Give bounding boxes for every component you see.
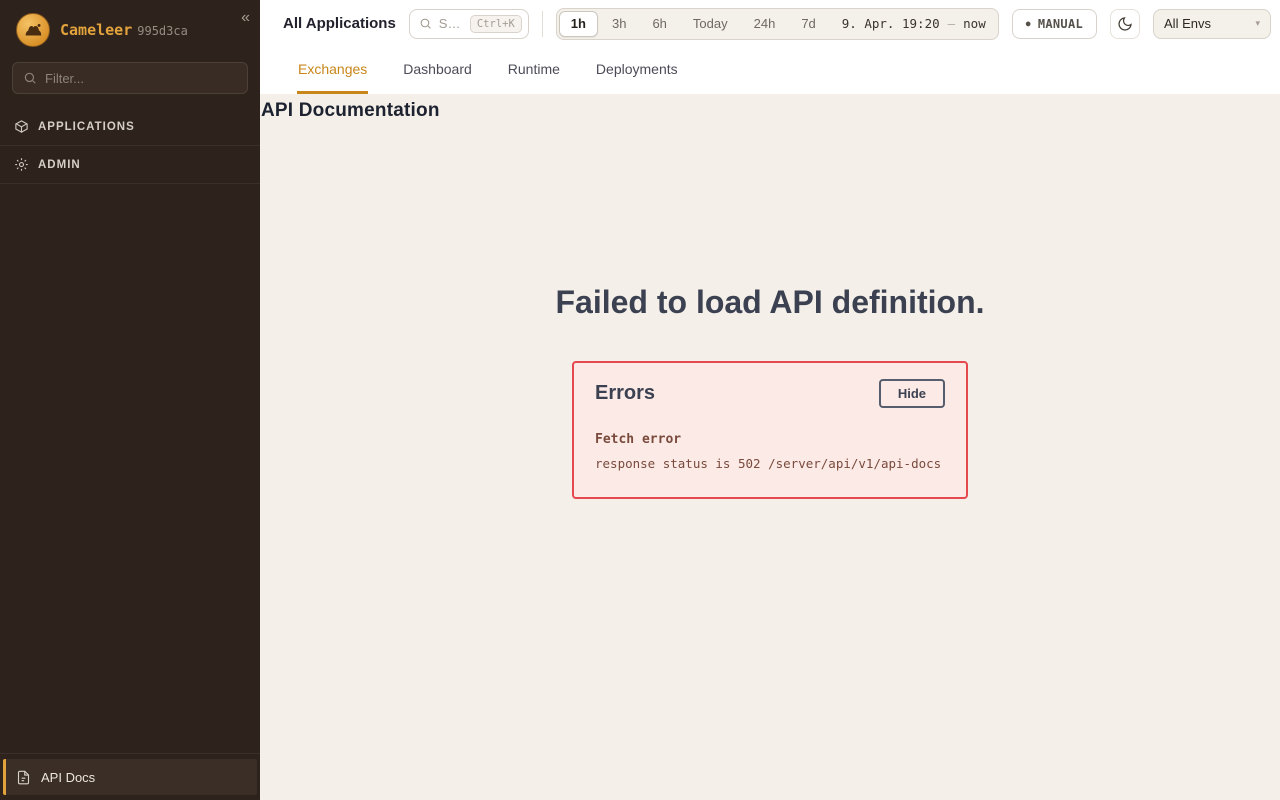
chevron-down-icon: ▾ bbox=[1255, 18, 1260, 29]
time-range-7d[interactable]: 7d bbox=[789, 11, 827, 37]
time-range-group: 1h 3h 6h Today 24h 7d 9. Apr. 19:20 — no… bbox=[556, 8, 999, 40]
time-range-1h[interactable]: 1h bbox=[559, 11, 598, 37]
hide-errors-button[interactable]: Hide bbox=[879, 379, 945, 408]
sidebar-item-applications[interactable]: APPLICATIONS bbox=[0, 108, 260, 146]
error-headline: Failed to load API definition. bbox=[260, 284, 1280, 321]
time-range-24h[interactable]: 24h bbox=[742, 11, 788, 37]
tab-dashboard[interactable]: Dashboard bbox=[402, 47, 473, 94]
search-icon bbox=[23, 71, 37, 85]
page-tabs: Exchanges Dashboard Runtime Deployments bbox=[260, 47, 1280, 94]
time-from: 9. Apr. 19:20 bbox=[842, 16, 940, 31]
content-column: All Applications S… Ctrl+K 1h 3h 6h Toda… bbox=[260, 0, 1280, 800]
sidebar-collapse-button[interactable]: « bbox=[241, 10, 250, 26]
errors-panel-title: Errors bbox=[595, 382, 655, 405]
camel-icon bbox=[22, 19, 44, 41]
search-placeholder: S… bbox=[439, 16, 461, 31]
sidebar-filter[interactable] bbox=[12, 62, 248, 94]
cameleer-logo-icon bbox=[16, 13, 50, 47]
time-range-6h[interactable]: 6h bbox=[640, 11, 678, 37]
env-select[interactable]: All Envs ▾ bbox=[1153, 9, 1271, 39]
brand-block: Cameleer 995d3ca bbox=[60, 21, 188, 40]
errors-panel-header: Errors Hide bbox=[595, 379, 945, 408]
env-selected-value: All Envs bbox=[1164, 16, 1211, 31]
theme-toggle-button[interactable] bbox=[1110, 9, 1140, 39]
sidebar-item-label: API Docs bbox=[41, 770, 95, 785]
sidebar-header: Cameleer 995d3ca « bbox=[0, 0, 260, 58]
error-message: response status is 502 /server/api/v1/ap… bbox=[595, 456, 945, 471]
app-root: Cameleer 995d3ca « APPLICATIONS ADMIN API… bbox=[0, 0, 1280, 800]
sidebar-item-api-docs[interactable]: API Docs bbox=[3, 759, 257, 795]
manual-refresh-button[interactable]: ● MANUAL bbox=[1012, 9, 1097, 39]
brand-name: Cameleer bbox=[60, 21, 132, 39]
moon-icon bbox=[1117, 16, 1133, 32]
global-search[interactable]: S… Ctrl+K bbox=[409, 9, 529, 39]
sidebar-item-label: ADMIN bbox=[38, 159, 81, 171]
sidebar: Cameleer 995d3ca « APPLICATIONS ADMIN API… bbox=[0, 0, 260, 800]
time-range-display[interactable]: 9. Apr. 19:20 — now bbox=[842, 16, 986, 31]
time-to: now bbox=[963, 16, 986, 31]
sidebar-item-admin[interactable]: ADMIN bbox=[0, 146, 260, 184]
status-dot: ● bbox=[1026, 20, 1031, 28]
package-icon bbox=[14, 119, 29, 134]
topbar: All Applications S… Ctrl+K 1h 3h 6h Toda… bbox=[260, 0, 1280, 47]
page-title: API Documentation bbox=[261, 100, 1280, 122]
topbar-right-cluster: ● MANUAL All Envs ▾ adm bbox=[1012, 9, 1280, 39]
filter-input[interactable] bbox=[45, 71, 237, 86]
sidebar-item-label: APPLICATIONS bbox=[38, 121, 135, 133]
tab-exchanges[interactable]: Exchanges bbox=[297, 47, 368, 94]
error-name: Fetch error bbox=[595, 432, 945, 447]
sidebar-footer: API Docs bbox=[0, 753, 260, 800]
shortcut-badge: Ctrl+K bbox=[470, 15, 522, 33]
time-range-3h[interactable]: 3h bbox=[600, 11, 638, 37]
tab-deployments[interactable]: Deployments bbox=[595, 47, 679, 94]
main-content: API Documentation Failed to load API def… bbox=[260, 94, 1280, 800]
time-separator: — bbox=[948, 16, 956, 31]
document-icon bbox=[16, 770, 31, 785]
context-title: All Applications bbox=[283, 15, 396, 32]
brand-id: 995d3ca bbox=[137, 24, 188, 38]
gear-icon bbox=[14, 157, 29, 172]
time-range-today[interactable]: Today bbox=[681, 11, 740, 37]
errors-panel: Errors Hide Fetch error response status … bbox=[572, 361, 968, 499]
divider bbox=[542, 11, 543, 37]
search-icon bbox=[419, 17, 432, 30]
tab-runtime[interactable]: Runtime bbox=[507, 47, 561, 94]
error-entry: Fetch error response status is 502 /serv… bbox=[595, 432, 945, 471]
manual-label: MANUAL bbox=[1038, 17, 1083, 31]
